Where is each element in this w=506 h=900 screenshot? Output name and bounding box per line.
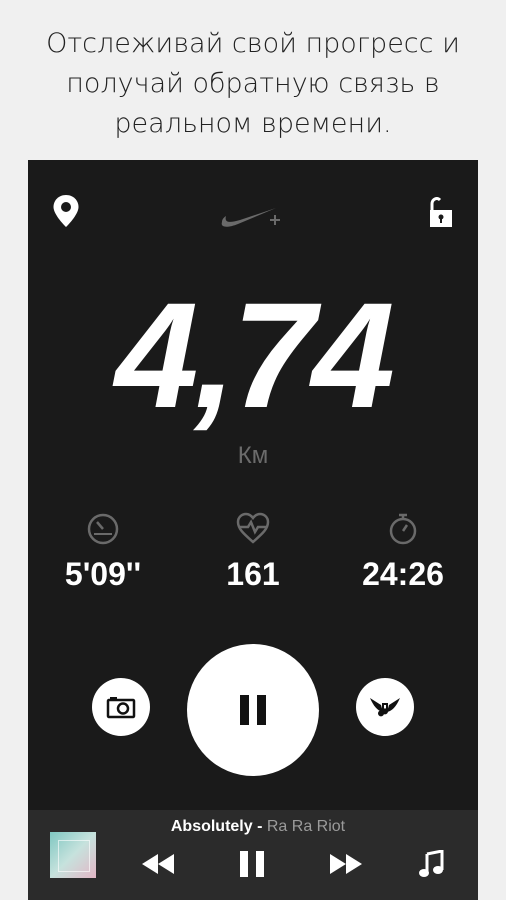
stopwatch-icon [389, 513, 417, 545]
cheer-button[interactable] [356, 678, 414, 736]
caption-line-2: получай обратную связь в [66, 68, 440, 99]
run-screen: 4,74 Км 5'09'' 161 24:26 Absolutely - Ra… [28, 160, 478, 900]
location-pin-icon[interactable] [52, 194, 80, 228]
caption-line-3: реальном времени. [114, 108, 392, 139]
heart-rate-stat: 161 [178, 512, 328, 593]
cheer-icon [370, 698, 400, 717]
duration-stat: 24:26 [328, 512, 478, 593]
music-note-icon[interactable] [418, 850, 444, 878]
distance-value: 4,74 [115, 271, 395, 439]
track-title: Absolutely [170, 818, 253, 835]
now-playing: Absolutely - Ra Ra Riot [108, 818, 408, 836]
pace-stat: 5'09'' [28, 512, 178, 593]
camera-button[interactable] [92, 678, 150, 736]
music-pause-icon[interactable] [238, 850, 266, 878]
album-art[interactable] [50, 832, 96, 878]
music-player: Absolutely - Ra Ra Riot [28, 810, 478, 900]
heart-rate-icon [236, 512, 270, 544]
rewind-icon[interactable] [140, 850, 178, 878]
caption-line-1: Отслеживай свой прогресс и [46, 28, 460, 59]
album-art-frame [58, 840, 90, 872]
camera-icon [106, 697, 136, 719]
pause-icon [240, 695, 266, 725]
caption: Отслеживай свой прогресс и получай обрат… [0, 24, 506, 144]
distance-unit: Км [237, 442, 269, 469]
track-artist: Ra Ra Riot [266, 818, 346, 835]
duration-value: 24:26 [362, 556, 444, 592]
heart-rate-value: 161 [226, 556, 280, 592]
fast-forward-icon[interactable] [326, 850, 364, 878]
unlock-icon[interactable] [426, 196, 454, 228]
track-separator: - [252, 818, 267, 835]
pause-button[interactable] [187, 644, 319, 776]
speedometer-icon [87, 513, 119, 545]
nike-plus-logo [221, 208, 280, 227]
top-bar [28, 160, 478, 260]
pace-value: 5'09'' [64, 556, 142, 592]
